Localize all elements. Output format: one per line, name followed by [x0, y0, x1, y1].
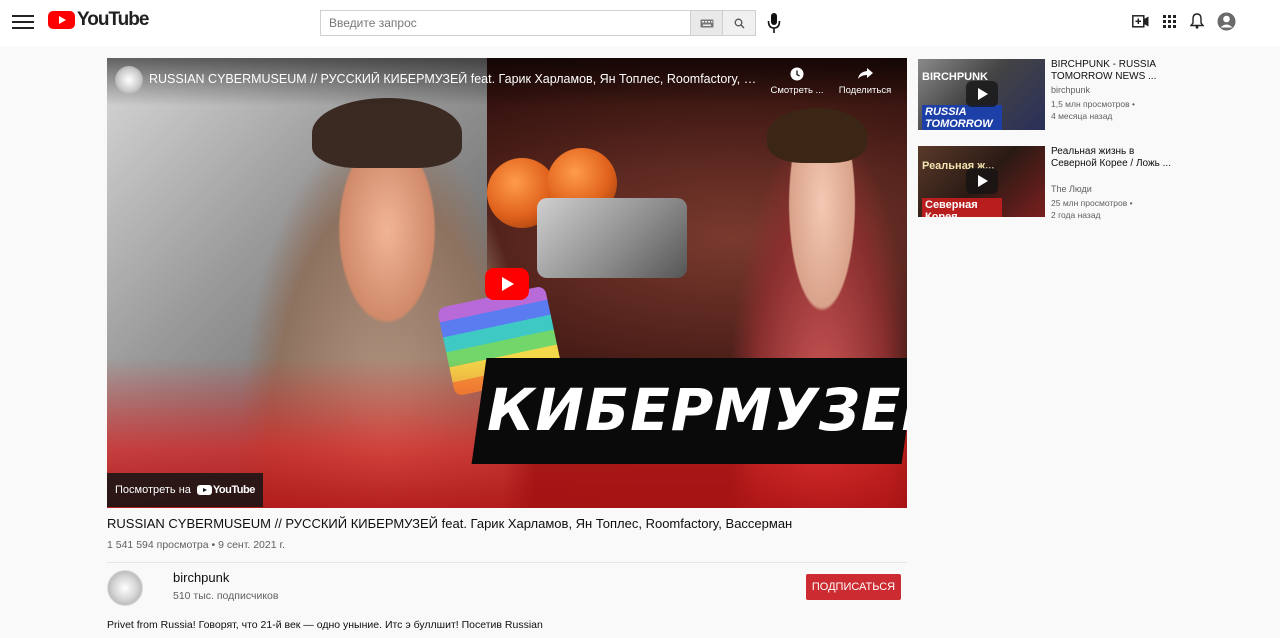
video-player[interactable]: КИБЕРМУЗЕЙ RUSSIAN CYBERMUSEUM // РУССКИ…: [107, 58, 907, 508]
watch-on-brand: YouTube: [212, 484, 255, 496]
channel-avatar[interactable]: [107, 570, 143, 606]
clock-icon: [767, 66, 827, 82]
search-icon: [734, 18, 744, 28]
player-overlay-title[interactable]: RUSSIAN CYBERMUSEUM // РУССКИЙ КИБЕРМУЗЕ…: [149, 72, 759, 86]
apps-grid-icon[interactable]: [1159, 11, 1179, 31]
youtube-mini-logo: YouTube: [196, 484, 255, 496]
thumbnail-overlay-text: RUSSIA TOMORROW: [922, 105, 1002, 130]
share-button[interactable]: Поделиться: [835, 66, 895, 96]
video-meta: 1 541 594 просмотра • 9 сент. 2021 г.: [107, 539, 285, 551]
recommended-age: 4 месяца назад: [1051, 111, 1113, 121]
recommended-views: 1,5 млн просмотров •: [1051, 99, 1135, 109]
share-arrow-icon: [835, 66, 895, 82]
watch-later-label: Смотреть ...: [770, 85, 824, 96]
search-button[interactable]: [722, 10, 756, 36]
account-avatar-icon[interactable]: [1216, 11, 1236, 31]
player-top-bar: RUSSIAN CYBERMUSEUM // РУССКИЙ КИБЕРМУЗЕ…: [107, 58, 907, 106]
channel-avatar-small[interactable]: [115, 66, 143, 94]
create-video-icon[interactable]: [1130, 11, 1150, 31]
search-input[interactable]: [320, 10, 690, 36]
search-bar: [320, 10, 756, 36]
recommended-thumbnail[interactable]: BIRCHPUNK RUSSIA TOMORROW: [918, 59, 1045, 130]
video-description: Privet from Russia! Говорят, что 21-й ве…: [107, 619, 543, 631]
menu-icon[interactable]: [12, 12, 36, 34]
recommended-views: 25 млн просмотров •: [1051, 198, 1133, 208]
recommended-channel[interactable]: The Люди: [1051, 184, 1092, 194]
recommended-title[interactable]: BIRCHPUNK - RUSSIA TOMORROW NEWS ...: [1051, 59, 1176, 83]
play-button[interactable]: [485, 268, 529, 300]
share-label: Поделиться: [838, 85, 892, 96]
watch-on-youtube-button[interactable]: Посмотреть на YouTube: [107, 473, 263, 507]
divider: [107, 562, 907, 563]
watch-later-button[interactable]: Смотреть ...: [767, 66, 827, 96]
youtube-play-icon: [48, 11, 75, 29]
recommended-channel[interactable]: birchpunk: [1051, 85, 1090, 95]
subscriber-count: 510 тыс. подписчиков: [173, 590, 279, 602]
youtube-mini-play-icon: [196, 485, 212, 495]
channel-name[interactable]: birchpunk: [173, 570, 229, 585]
recommended-thumbnail[interactable]: Реальная ж... Северная Корея: [918, 146, 1045, 217]
video-title: RUSSIAN CYBERMUSEUM // РУССКИЙ КИБЕРМУЗЕ…: [107, 516, 793, 531]
play-icon: [966, 168, 998, 194]
recommended-video[interactable]: BIRCHPUNK RUSSIA TOMORROW BIRCHPUNK - RU…: [918, 59, 1178, 131]
watch-on-label: Посмотреть на: [115, 484, 191, 496]
recommended-age: 2 года назад: [1051, 210, 1101, 220]
notifications-bell-icon[interactable]: [1187, 11, 1207, 31]
youtube-logo[interactable]: YouTube: [48, 9, 149, 30]
subscribe-button[interactable]: Подписаться: [806, 574, 901, 600]
top-bar: YouTube: [0, 0, 1280, 46]
keyboard-icon[interactable]: [690, 10, 722, 36]
thumbnail-overlay-text: Северная Корея: [922, 198, 1002, 217]
recommended-video[interactable]: Реальная ж... Северная Корея Реальная жи…: [918, 146, 1178, 220]
logo-text: YouTube: [77, 9, 149, 30]
recommended-title[interactable]: Реальная жизнь в Северной Корее / Ложь .…: [1051, 146, 1176, 182]
thumbnail-caption: КИБЕРМУЗЕЙ: [487, 376, 907, 444]
play-icon: [966, 81, 998, 107]
microphone-icon[interactable]: [764, 11, 784, 35]
